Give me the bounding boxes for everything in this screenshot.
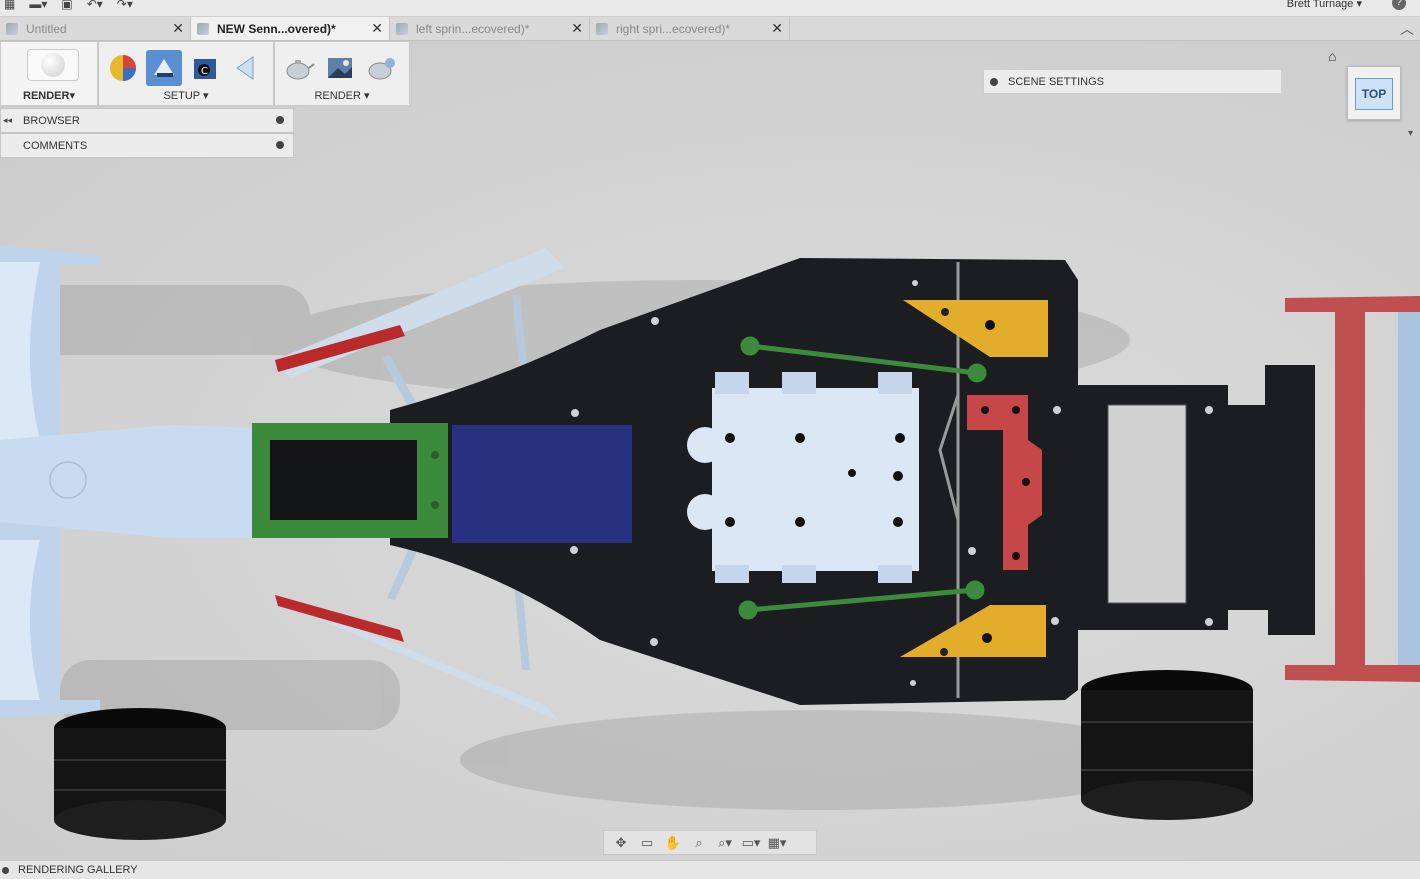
nose-cone xyxy=(0,425,262,538)
decal-button[interactable] xyxy=(228,50,264,86)
redo-icon[interactable]: ↷▾ xyxy=(117,0,133,11)
browser-panel[interactable]: ◂◂ BROWSER xyxy=(0,108,294,133)
green-battery-tray xyxy=(252,423,448,538)
tab-label: right spri...ecovered)* xyxy=(616,21,731,36)
undo-icon[interactable]: ↶▾ xyxy=(87,0,103,11)
setup-label: SETUP ▾ xyxy=(163,90,209,102)
view-cube[interactable]: TOP xyxy=(1347,66,1401,120)
render-panel: RENDER ▾ xyxy=(274,41,410,106)
quick-access-toolbar: ▦ ▬▾ ▣ ↶▾ ↷▾ xyxy=(4,0,133,11)
document-icon xyxy=(596,22,608,35)
expand-icon[interactable] xyxy=(990,77,998,86)
close-icon[interactable]: ✕ xyxy=(771,20,783,37)
teapot-settings-icon xyxy=(368,58,395,80)
expand-icon[interactable] xyxy=(2,866,9,874)
scene-settings-panel[interactable]: SCENE SETTINGS xyxy=(983,69,1282,94)
look-at-icon[interactable]: ▭ xyxy=(636,835,658,851)
document-tabs: Untitled ✕ NEW Senn...overed)* ✕ left sp… xyxy=(0,17,1420,41)
gallery-label: RENDERING GALLERY xyxy=(18,864,138,876)
white-servo-mount xyxy=(687,372,919,583)
display-settings-icon[interactable]: ▭▾ xyxy=(740,835,762,851)
scene-settings-button[interactable] xyxy=(146,50,182,86)
rear-wheel xyxy=(1081,670,1253,820)
comments-expand-icon[interactable] xyxy=(276,141,284,149)
home-icon[interactable]: ⌂ xyxy=(1328,48,1336,64)
close-icon[interactable]: ✕ xyxy=(571,20,583,37)
chevron-down-icon[interactable]: ▾ xyxy=(1408,128,1413,139)
navigation-bar: ✥ ▭ ✋ ⌕ ⌕▾ ▭▾ ▦▾ xyxy=(603,830,817,855)
environment-library-button[interactable]: C xyxy=(187,50,223,86)
car-model-scene xyxy=(0,245,1420,840)
3d-viewport[interactable] xyxy=(0,41,1420,860)
collapse-icon[interactable]: ◂◂ xyxy=(3,115,12,126)
grid-settings-icon[interactable]: ▦▾ xyxy=(766,835,788,851)
appearance-button[interactable] xyxy=(105,50,141,86)
front-wheel xyxy=(54,708,226,840)
browser-label: BROWSER xyxy=(23,114,80,127)
comments-label: COMMENTS xyxy=(23,139,88,152)
chevron-up-icon[interactable]: ︿ xyxy=(1400,19,1414,39)
comments-panel[interactable]: COMMENTS xyxy=(0,133,294,158)
environment-library-icon: C xyxy=(194,59,216,79)
tab-new-senna[interactable]: NEW Senn...overed)* ✕ xyxy=(191,17,390,40)
close-icon[interactable]: ✕ xyxy=(172,20,184,37)
render-settings-button[interactable] xyxy=(363,50,399,86)
blue-battery-block xyxy=(452,425,632,543)
teapot-icon xyxy=(286,60,315,80)
canvas-render-icon xyxy=(328,58,352,78)
svg-text:C: C xyxy=(201,66,208,77)
appearance-icon xyxy=(110,55,136,81)
zoom-icon[interactable]: ⌕ xyxy=(688,835,710,851)
scene-settings-icon xyxy=(154,59,174,77)
tab-label: left sprin...ecovered)* xyxy=(416,21,530,36)
file-menu-icon[interactable]: ▬▾ xyxy=(29,0,47,11)
orbit-icon[interactable]: ✥ xyxy=(610,835,632,851)
save-icon[interactable]: ▣ xyxy=(61,0,72,11)
in-canvas-render-button[interactable] xyxy=(322,50,358,86)
app-grid-icon[interactable]: ▦ xyxy=(4,0,15,11)
view-cube-face[interactable]: TOP xyxy=(1355,78,1393,110)
tab-left-spring[interactable]: left sprin...ecovered)* ✕ xyxy=(390,17,590,40)
browser-expand-icon[interactable] xyxy=(276,116,284,124)
user-menu[interactable]: Brett Turnage ▾ xyxy=(1287,0,1362,10)
fit-icon[interactable]: ⌕▾ xyxy=(714,835,736,851)
tab-label: NEW Senn...overed)* xyxy=(217,21,336,36)
setup-panel: C SETUP ▾ xyxy=(98,41,274,106)
workspace-switcher[interactable]: RENDER▾ xyxy=(0,41,98,106)
help-icon[interactable]: ? xyxy=(1392,0,1406,10)
scene-settings-label: SCENE SETTINGS xyxy=(1008,75,1104,88)
pan-icon[interactable]: ✋ xyxy=(662,835,684,851)
tab-right-spring[interactable]: right spri...ecovered)* ✕ xyxy=(590,17,790,40)
document-icon xyxy=(6,22,18,35)
rendering-gallery-bar[interactable]: RENDERING GALLERY xyxy=(0,860,1420,879)
render-label: RENDER ▾ xyxy=(314,90,370,102)
tab-untitled[interactable]: Untitled ✕ xyxy=(0,17,191,40)
workspace-label: RENDER▾ xyxy=(23,90,75,102)
document-icon xyxy=(396,22,408,35)
tab-label: Untitled xyxy=(26,21,67,36)
render-workspace-icon xyxy=(27,49,79,81)
ribbon-toolbar: RENDER▾ C SETUP ▾ RENDER ▾ xyxy=(0,41,410,106)
decal-icon xyxy=(236,56,254,80)
close-icon[interactable]: ✕ xyxy=(371,20,383,37)
application-bar: ▦ ▬▾ ▣ ↶▾ ↷▾ Brett Turnage ▾ ? xyxy=(0,0,1420,17)
document-icon xyxy=(197,22,209,35)
render-button[interactable] xyxy=(281,50,317,86)
